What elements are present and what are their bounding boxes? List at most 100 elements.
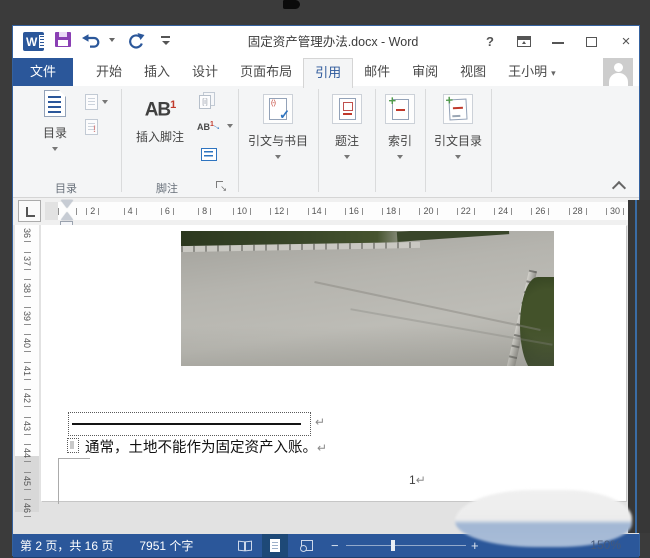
avatar-body <box>609 73 628 86</box>
h-ruler-number: 24 <box>485 202 522 220</box>
citations-bibliography-button[interactable]: (-)✓ 引文与书目 <box>241 86 315 198</box>
paragraph-mark: ↵ <box>317 441 327 455</box>
toc-icon <box>44 90 66 117</box>
add-text-dropdown-arrow-icon <box>102 100 108 104</box>
tab-stop-icon <box>26 207 35 217</box>
page-indicator[interactable]: 第 2 页，共 16 页 <box>20 537 113 554</box>
zoom-percentage[interactable]: 150% <box>573 538 621 552</box>
print-layout-icon <box>270 539 280 552</box>
v-ruler-number: 46 <box>15 496 39 520</box>
user-avatar[interactable] <box>603 58 633 86</box>
update-toc-icon: ! <box>85 119 98 135</box>
vertical-ruler: 3637383940414243444546 <box>15 225 39 512</box>
h-ruler-number: 28 <box>559 202 596 220</box>
hanging-indent-marker[interactable] <box>61 212 73 220</box>
tab-引用[interactable]: 引用 <box>303 58 353 88</box>
update-toc-button[interactable]: ! <box>85 119 98 135</box>
first-line-indent-marker[interactable] <box>61 200 73 208</box>
h-ruler-number: 20 <box>410 202 447 220</box>
tab-插入[interactable]: 插入 <box>133 58 181 86</box>
index-dropdown-arrow-icon <box>397 155 403 159</box>
tab-file[interactable]: 文件 <box>13 58 73 86</box>
horizontal-ruler: 24681012141618202224262830 <box>45 202 629 220</box>
redo-icon[interactable] <box>128 33 145 49</box>
ribbon-display-options-button[interactable] <box>510 26 538 58</box>
tab-strip: 文件开始插入设计页面布局引用邮件审阅视图王小明 <box>13 58 639 86</box>
v-ruler-number: 44 <box>15 441 39 465</box>
tab-user[interactable]: 王小明 <box>497 58 567 86</box>
v-ruler-number: 40 <box>15 331 39 355</box>
tab-页面布局[interactable]: 页面布局 <box>229 58 303 86</box>
word-window: W 固定资产管理办法.docx - Word ? × 文件开始插入设计页面布局引… <box>12 25 640 556</box>
footnote-reference-box[interactable] <box>67 438 79 453</box>
tab-视图[interactable]: 视图 <box>449 58 497 86</box>
user-dropdown-arrow-icon <box>547 64 556 79</box>
toa-dropdown-arrow-icon <box>455 155 461 159</box>
add-text-icon <box>85 94 98 110</box>
document-area: 3637383940414243444546 ↵ 通常，土地不能作为固定资产入账… <box>13 225 639 534</box>
paragraph-mark: ↵ <box>315 415 325 429</box>
zoom-slider-track[interactable] <box>346 545 466 546</box>
footnotes-dialog-launcher[interactable] <box>216 181 226 191</box>
v-ruler-number: 41 <box>15 359 39 383</box>
ruler-row: 24681012141618202224262830 <box>13 198 639 225</box>
page-number-text[interactable]: 1↵ <box>409 473 426 487</box>
h-ruler-number: 22 <box>447 202 484 220</box>
captions-button[interactable]: 题注 <box>322 86 372 198</box>
show-notes-button[interactable] <box>201 148 217 161</box>
qat-customize-icon[interactable] <box>161 36 171 46</box>
pavement-photo[interactable] <box>181 231 554 366</box>
word-logo-icon[interactable]: W <box>23 32 44 51</box>
next-footnote-button[interactable]: AB1 → <box>197 120 233 132</box>
insert-footnote-icon: AB1 <box>145 94 176 121</box>
index-button[interactable]: + 索引 <box>378 86 422 198</box>
minimize-button[interactable] <box>544 26 572 58</box>
undo-dropdown-arrow-icon[interactable] <box>109 38 115 42</box>
title-bar: W 固定资产管理办法.docx - Word ? × <box>13 26 639 58</box>
table-of-authorities-button[interactable]: + 引文目录 <box>427 86 489 198</box>
toc-button[interactable]: 目录 <box>29 90 81 151</box>
maximize-button[interactable] <box>578 26 606 58</box>
zoom-slider-handle[interactable] <box>391 540 395 551</box>
h-ruler-number: 8 <box>186 202 223 220</box>
v-ruler-number: 36 <box>15 225 39 245</box>
next-footnote-dropdown-arrow-icon <box>227 124 233 128</box>
tab-设计[interactable]: 设计 <box>181 58 229 86</box>
h-ruler-number: 2 <box>74 202 111 220</box>
save-icon[interactable] <box>55 32 71 47</box>
read-mode-icon <box>238 540 245 551</box>
footnote-text[interactable]: 通常，土地不能作为固定资产入账。↵ <box>85 436 327 457</box>
avatar-head <box>614 63 623 72</box>
footnote-separator-line <box>72 423 301 425</box>
zoom-out-button[interactable]: − <box>331 534 339 557</box>
insert-endnote-button[interactable]: [i] <box>199 92 217 109</box>
add-text-button[interactable] <box>85 94 108 110</box>
help-button[interactable]: ? <box>476 26 504 58</box>
read-mode-button[interactable] <box>232 534 258 557</box>
tab-邮件[interactable]: 邮件 <box>353 58 401 86</box>
collapse-ribbon-icon[interactable] <box>612 181 626 195</box>
undo-icon[interactable] <box>81 34 101 49</box>
v-ruler-number: 37 <box>15 249 39 273</box>
close-button[interactable]: × <box>612 26 640 58</box>
h-ruler-number: 4 <box>112 202 149 220</box>
word-count[interactable]: 7951 个字 <box>139 537 193 554</box>
v-ruler-number: 39 <box>15 304 39 328</box>
table-of-authorities-icon: + <box>448 98 467 120</box>
footnote-separator-frame[interactable] <box>68 412 311 436</box>
v-ruler-number: 38 <box>15 276 39 300</box>
ribbon-tab-row: 文件开始插入设计页面布局引用邮件审阅视图王小明 <box>13 58 639 87</box>
captions-dropdown-arrow-icon <box>344 155 350 159</box>
web-layout-button[interactable] <box>294 534 320 557</box>
footnotes-group-label: 脚注 <box>121 180 213 196</box>
tab-开始[interactable]: 开始 <box>85 58 133 86</box>
h-ruler-number: 10 <box>224 202 261 220</box>
text-boundary-corner <box>58 458 90 459</box>
tab-selector[interactable] <box>18 200 41 222</box>
insert-footnote-button[interactable]: AB1 插入脚注 <box>129 94 191 145</box>
print-layout-button[interactable] <box>262 534 288 557</box>
v-ruler-number: 45 <box>15 469 39 493</box>
h-ruler-number: 14 <box>298 202 335 220</box>
tab-审阅[interactable]: 审阅 <box>401 58 449 86</box>
web-layout-icon <box>301 540 313 551</box>
